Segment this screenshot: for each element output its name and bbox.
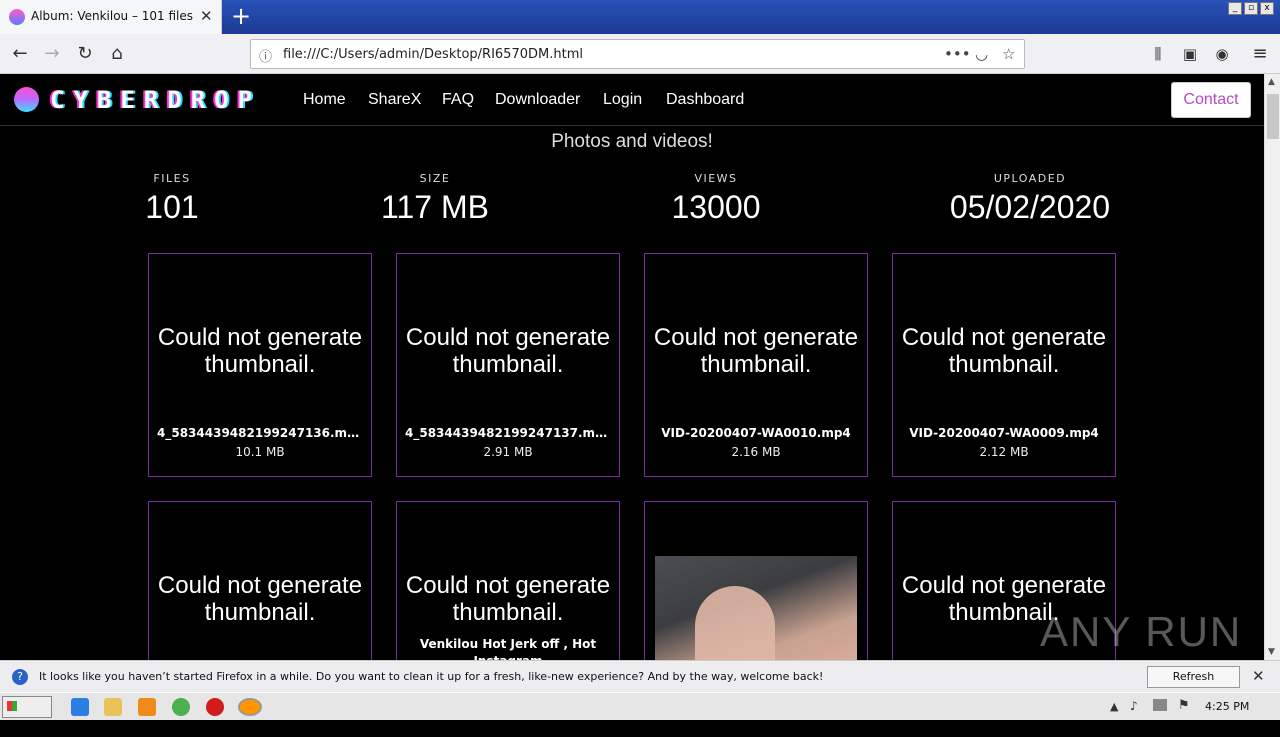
thumbnail-placeholder: Could not generate thumbnail. (901, 324, 1107, 378)
thumbnail-placeholder: Could not generate thumbnail. (405, 324, 611, 378)
tray-expand-icon[interactable]: ▲ (1110, 700, 1118, 713)
account-icon[interactable]: ◉ (1210, 42, 1234, 66)
nav-dashboard[interactable]: Dashboard (666, 91, 744, 109)
address-bar[interactable]: ⓘ file:///C:/Users/admin/Desktop/RI6570D… (250, 39, 1025, 69)
question-icon: ? (12, 669, 28, 685)
web-page: CYBERDROP Home ShareX FAQ Downloader Log… (0, 74, 1264, 660)
windows-taskbar: Start ▲ ♪ ⚑ 4:25 PM (0, 692, 1280, 734)
stat-views: VIEWS 13000 (616, 172, 816, 226)
scrollbar-thumb[interactable] (1267, 94, 1279, 139)
pocket-icon[interactable]: ◡ (975, 45, 988, 63)
library-icon[interactable]: ⫼ (1146, 42, 1170, 66)
nav-downloader[interactable]: Downloader (495, 91, 580, 109)
browser-tab-bar: Album: Venkilou – 101 files | Cyber ✕ + … (0, 0, 1280, 34)
ie-icon[interactable] (71, 698, 89, 716)
stat-size: SIZE 117 MB (335, 172, 535, 226)
file-size: 2.16 MB (731, 445, 781, 459)
notification-message: It looks like you haven’t started Firefo… (39, 670, 824, 683)
volume-icon[interactable]: ♪ (1130, 699, 1138, 713)
stat-value: 13000 (671, 189, 761, 225)
close-notification-icon[interactable]: ✕ (1252, 667, 1265, 685)
file-card[interactable]: Could not generate thumbnail. 4_58344394… (396, 253, 620, 477)
thumbnail-photo-detail (695, 586, 775, 660)
stat-label: SIZE (419, 172, 451, 185)
stat-files: FILES 101 (72, 172, 272, 226)
file-card[interactable] (644, 501, 868, 660)
file-card[interactable]: Could not generate thumbnail. VID-202004… (644, 253, 868, 477)
site-info-icon[interactable]: ⓘ (259, 46, 272, 65)
nav-login[interactable]: Login (603, 91, 642, 109)
close-window-button[interactable]: x (1260, 2, 1274, 15)
firefox-notification-bar: ? It looks like you haven’t started Fire… (0, 660, 1280, 703)
chrome-icon[interactable] (172, 698, 190, 716)
site-logo-text[interactable]: CYBERDROP (50, 86, 261, 114)
thumbnail-placeholder: Could not generate thumbnail. (157, 572, 363, 626)
nav-faq[interactable]: FAQ (442, 91, 474, 109)
logo-icon[interactable] (14, 87, 39, 112)
thumbnail-placeholder: Could not generate thumbnail. (653, 324, 859, 378)
file-card[interactable]: Could not generate thumbnail. VID-202004… (892, 253, 1116, 477)
forward-icon[interactable]: → (40, 42, 64, 66)
stat-value: 05/02/2020 (949, 189, 1111, 225)
nav-home[interactable]: Home (303, 91, 346, 109)
scroll-up-icon[interactable]: ▲ (1268, 77, 1275, 87)
file-name[interactable]: VID-20200407-WA0010.mp4 (653, 426, 859, 440)
file-card[interactable]: Could not generate thumbnail. 4_58344394… (148, 253, 372, 477)
site-header: CYBERDROP Home ShareX FAQ Downloader Log… (0, 74, 1264, 126)
new-tab-button[interactable]: + (228, 3, 254, 29)
nav-sharex[interactable]: ShareX (368, 91, 421, 109)
refresh-firefox-button[interactable]: Refresh Firefox… (1147, 666, 1240, 703)
home-icon[interactable]: ⌂ (105, 42, 129, 66)
restore-window-button[interactable]: ▫ (1244, 2, 1258, 15)
menu-icon[interactable]: ≡ (1248, 42, 1272, 66)
file-card[interactable]: Could not generate thumbnail. (148, 501, 372, 660)
network-icon[interactable] (1153, 699, 1167, 711)
opera-icon[interactable] (206, 698, 224, 716)
site-favicon-icon (9, 9, 25, 25)
firefox-icon[interactable] (238, 698, 262, 716)
close-tab-icon[interactable]: ✕ (200, 7, 213, 25)
stat-value: 117 MB (381, 189, 489, 225)
url-text: file:///C:/Users/admin/Desktop/RI6570DM.… (283, 47, 583, 62)
page-actions-icon[interactable]: ••• (944, 45, 971, 63)
media-player-icon[interactable] (138, 698, 156, 716)
file-name[interactable]: 4_5834439482199247136.mp4 (157, 426, 363, 440)
file-size: 2.91 MB (483, 445, 533, 459)
file-size: 2.12 MB (979, 445, 1029, 459)
stat-label: UPLOADED (993, 172, 1067, 185)
contact-button[interactable]: Contact (1171, 82, 1251, 118)
stat-label: VIEWS (694, 172, 738, 185)
sidebar-icon[interactable]: ▣ (1178, 42, 1202, 66)
windows-logo-icon (7, 701, 17, 711)
thumbnail-placeholder: Could not generate thumbnail. (157, 324, 363, 378)
page-scrollbar[interactable]: ▲ ▼ (1264, 74, 1280, 660)
thumbnail-placeholder: Could not generate thumbnail. (405, 572, 611, 626)
video-thumbnail-image[interactable] (655, 556, 857, 660)
file-name-overlay[interactable]: Venkilou Hot Jerk off , Hot Instagram (407, 636, 609, 660)
back-icon[interactable]: ← (8, 42, 32, 66)
scroll-down-icon[interactable]: ▼ (1268, 647, 1275, 657)
system-clock[interactable]: 4:25 PM (1205, 700, 1249, 713)
minimize-window-button[interactable]: _ (1228, 2, 1242, 15)
anyrun-watermark: ANY RUN (1040, 608, 1243, 655)
action-center-flag-icon[interactable]: ⚑ (1178, 698, 1190, 713)
file-card[interactable]: Could not generate thumbnail. Venkilou H… (396, 501, 620, 660)
album-description: Photos and videos! (551, 131, 713, 152)
explorer-icon[interactable] (104, 698, 122, 716)
stat-uploaded: UPLOADED 05/02/2020 (930, 172, 1130, 226)
bookmark-star-icon[interactable]: ☆ (1002, 45, 1015, 63)
start-button[interactable]: Start (2, 696, 52, 734)
file-size: 10.1 MB (235, 445, 285, 459)
reload-icon[interactable]: ↻ (73, 42, 97, 66)
browser-tab[interactable]: Album: Venkilou – 101 files | Cyber ✕ (0, 0, 222, 34)
stat-value: 101 (145, 189, 199, 225)
file-name[interactable]: VID-20200407-WA0009.mp4 (901, 426, 1107, 440)
file-name[interactable]: 4_5834439482199247137.mp4 (405, 426, 611, 440)
tab-title: Album: Venkilou – 101 files | Cyber (31, 9, 195, 23)
stat-label: FILES (153, 172, 191, 185)
start-label: Start (7, 720, 42, 734)
browser-toolbar: ← → ↻ ⌂ ⓘ file:///C:/Users/admin/Desktop… (0, 34, 1280, 74)
